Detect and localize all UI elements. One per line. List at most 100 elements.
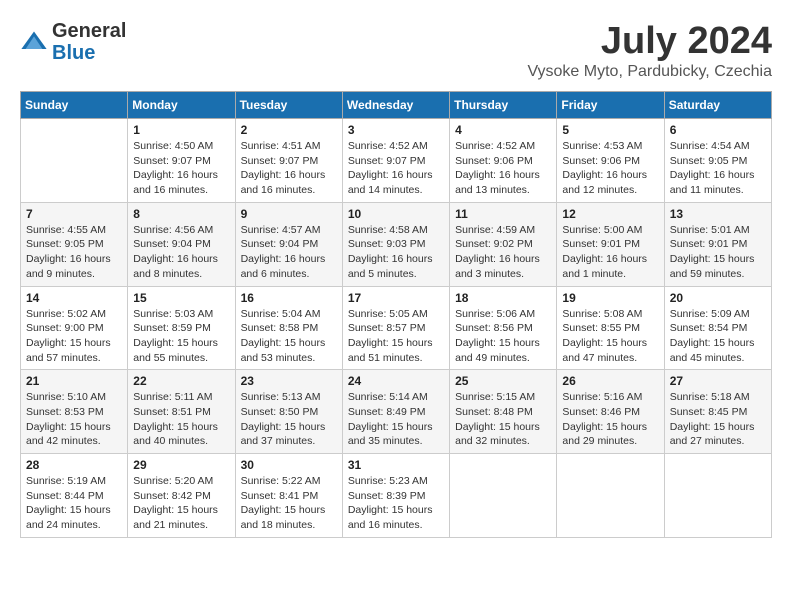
calendar-cell: 11 Sunrise: 4:59 AMSunset: 9:02 PMDayligh… [450, 202, 557, 286]
calendar-cell [664, 454, 771, 538]
day-info: Sunrise: 4:51 AMSunset: 9:07 PMDaylight:… [241, 139, 337, 198]
day-number: 21 [26, 374, 122, 388]
day-number: 6 [670, 123, 766, 137]
day-number: 16 [241, 291, 337, 305]
day-number: 27 [670, 374, 766, 388]
calendar-cell: 12Sunrise: 5:00 AMSunset: 9:01 PMDayligh… [557, 202, 664, 286]
day-info: Sunrise: 5:16 AMSunset: 8:46 PMDaylight:… [562, 390, 658, 449]
calendar-header-row: SundayMondayTuesdayWednesdayThursdayFrid… [21, 92, 772, 119]
day-info: Sunrise: 5:10 AMSunset: 8:53 PMDaylight:… [26, 390, 122, 449]
header-thursday: Thursday [450, 92, 557, 119]
day-number: 19 [562, 291, 658, 305]
calendar-cell [450, 454, 557, 538]
day-number: 15 [133, 291, 229, 305]
header-wednesday: Wednesday [342, 92, 449, 119]
day-number: 24 [348, 374, 444, 388]
calendar-cell: 13 Sunrise: 5:01 AMSunset: 9:01 PMDayligh… [664, 202, 771, 286]
day-number: 13 [670, 207, 766, 221]
day-info: Sunrise: 5:05 AMSunset: 8:57 PMDaylight:… [348, 307, 444, 366]
calendar-cell: 5 Sunrise: 4:53 AMSunset: 9:06 PMDaylight… [557, 119, 664, 203]
calendar-cell: 26 Sunrise: 5:16 AMSunset: 8:46 PMDayligh… [557, 370, 664, 454]
calendar-cell: 15 Sunrise: 5:03 AMSunset: 8:59 PMDayligh… [128, 286, 235, 370]
calendar-cell: 7Sunrise: 4:55 AMSunset: 9:05 PMDaylight… [21, 202, 128, 286]
header-tuesday: Tuesday [235, 92, 342, 119]
day-info: Sunrise: 5:02 AMSunset: 9:00 PMDaylight:… [26, 307, 122, 366]
day-number: 31 [348, 458, 444, 472]
calendar-cell: 18 Sunrise: 5:06 AMSunset: 8:56 PMDayligh… [450, 286, 557, 370]
day-info: Sunrise: 5:06 AMSunset: 8:56 PMDaylight:… [455, 307, 551, 366]
calendar-week-5: 28Sunrise: 5:19 AMSunset: 8:44 PMDayligh… [21, 454, 772, 538]
day-number: 26 [562, 374, 658, 388]
header-friday: Friday [557, 92, 664, 119]
calendar-cell: 27Sunrise: 5:18 AMSunset: 8:45 PMDayligh… [664, 370, 771, 454]
header-monday: Monday [128, 92, 235, 119]
day-number: 25 [455, 374, 551, 388]
calendar-week-1: 1 Sunrise: 4:50 AMSunset: 9:07 PMDaylight… [21, 119, 772, 203]
calendar-cell [21, 119, 128, 203]
calendar-week-4: 21 Sunrise: 5:10 AMSunset: 8:53 PMDayligh… [21, 370, 772, 454]
day-number: 1 [133, 123, 229, 137]
header-saturday: Saturday [664, 92, 771, 119]
calendar-cell: 6Sunrise: 4:54 AMSunset: 9:05 PMDaylight… [664, 119, 771, 203]
day-info: Sunrise: 4:58 AMSunset: 9:03 PMDaylight:… [348, 223, 444, 282]
calendar-cell: 28Sunrise: 5:19 AMSunset: 8:44 PMDayligh… [21, 454, 128, 538]
day-number: 20 [670, 291, 766, 305]
day-number: 3 [348, 123, 444, 137]
calendar-cell [557, 454, 664, 538]
calendar-cell: 1 Sunrise: 4:50 AMSunset: 9:07 PMDaylight… [128, 119, 235, 203]
day-info: Sunrise: 5:03 AMSunset: 8:59 PMDaylight:… [133, 307, 229, 366]
day-number: 8 [133, 207, 229, 221]
calendar-cell: 4 Sunrise: 4:52 AMSunset: 9:06 PMDaylight… [450, 119, 557, 203]
calendar-cell: 30 Sunrise: 5:22 AMSunset: 8:41 PMDayligh… [235, 454, 342, 538]
day-info: Sunrise: 4:57 AMSunset: 9:04 PMDaylight:… [241, 223, 337, 282]
title-section: July 2024 Vysoke Myto, Pardubicky, Czech… [527, 20, 772, 81]
day-info: Sunrise: 5:11 AMSunset: 8:51 PMDaylight:… [133, 390, 229, 449]
logo-text: General Blue [52, 20, 126, 64]
day-info: Sunrise: 5:09 AMSunset: 8:54 PMDaylight:… [670, 307, 766, 366]
calendar-week-3: 14 Sunrise: 5:02 AMSunset: 9:00 PMDayligh… [21, 286, 772, 370]
calendar-cell: 8 Sunrise: 4:56 AMSunset: 9:04 PMDaylight… [128, 202, 235, 286]
day-info: Sunrise: 5:22 AMSunset: 8:41 PMDaylight:… [241, 474, 337, 533]
day-info: Sunrise: 4:50 AMSunset: 9:07 PMDaylight:… [133, 139, 229, 198]
logo-icon [20, 28, 48, 56]
day-number: 18 [455, 291, 551, 305]
calendar-cell: 29 Sunrise: 5:20 AMSunset: 8:42 PMDayligh… [128, 454, 235, 538]
day-info: Sunrise: 5:08 AMSunset: 8:55 PMDaylight:… [562, 307, 658, 366]
calendar-cell: 14 Sunrise: 5:02 AMSunset: 9:00 PMDayligh… [21, 286, 128, 370]
day-number: 30 [241, 458, 337, 472]
day-number: 29 [133, 458, 229, 472]
logo: General Blue [20, 20, 126, 64]
day-info: Sunrise: 4:59 AMSunset: 9:02 PMDaylight:… [455, 223, 551, 282]
calendar-cell: 9Sunrise: 4:57 AMSunset: 9:04 PMDaylight… [235, 202, 342, 286]
calendar-cell: 20 Sunrise: 5:09 AMSunset: 8:54 PMDayligh… [664, 286, 771, 370]
day-number: 2 [241, 123, 337, 137]
day-info: Sunrise: 5:00 AMSunset: 9:01 PMDaylight:… [562, 223, 658, 282]
day-number: 10 [348, 207, 444, 221]
day-number: 5 [562, 123, 658, 137]
day-number: 11 [455, 207, 551, 221]
day-info: Sunrise: 4:52 AMSunset: 9:06 PMDaylight:… [455, 139, 551, 198]
day-info: Sunrise: 4:56 AMSunset: 9:04 PMDaylight:… [133, 223, 229, 282]
calendar-cell: 21 Sunrise: 5:10 AMSunset: 8:53 PMDayligh… [21, 370, 128, 454]
page-header: General Blue July 2024 Vysoke Myto, Pard… [20, 20, 772, 81]
calendar-cell: 3Sunrise: 4:52 AMSunset: 9:07 PMDaylight… [342, 119, 449, 203]
logo-general: General [52, 20, 126, 42]
calendar: SundayMondayTuesdayWednesdayThursdayFrid… [20, 91, 772, 538]
day-number: 23 [241, 374, 337, 388]
day-info: Sunrise: 5:01 AMSunset: 9:01 PMDaylight:… [670, 223, 766, 282]
day-number: 14 [26, 291, 122, 305]
day-number: 4 [455, 123, 551, 137]
day-number: 22 [133, 374, 229, 388]
day-number: 7 [26, 207, 122, 221]
day-info: Sunrise: 5:23 AMSunset: 8:39 PMDaylight:… [348, 474, 444, 533]
calendar-cell: 2 Sunrise: 4:51 AMSunset: 9:07 PMDaylight… [235, 119, 342, 203]
day-info: Sunrise: 5:20 AMSunset: 8:42 PMDaylight:… [133, 474, 229, 533]
day-info: Sunrise: 4:53 AMSunset: 9:06 PMDaylight:… [562, 139, 658, 198]
calendar-cell: 23Sunrise: 5:13 AMSunset: 8:50 PMDayligh… [235, 370, 342, 454]
calendar-week-2: 7Sunrise: 4:55 AMSunset: 9:05 PMDaylight… [21, 202, 772, 286]
calendar-cell: 24Sunrise: 5:14 AMSunset: 8:49 PMDayligh… [342, 370, 449, 454]
calendar-cell: 10 Sunrise: 4:58 AMSunset: 9:03 PMDayligh… [342, 202, 449, 286]
location-title: Vysoke Myto, Pardubicky, Czechia [527, 63, 772, 81]
calendar-cell: 19 Sunrise: 5:08 AMSunset: 8:55 PMDayligh… [557, 286, 664, 370]
day-info: Sunrise: 5:19 AMSunset: 8:44 PMDaylight:… [26, 474, 122, 533]
